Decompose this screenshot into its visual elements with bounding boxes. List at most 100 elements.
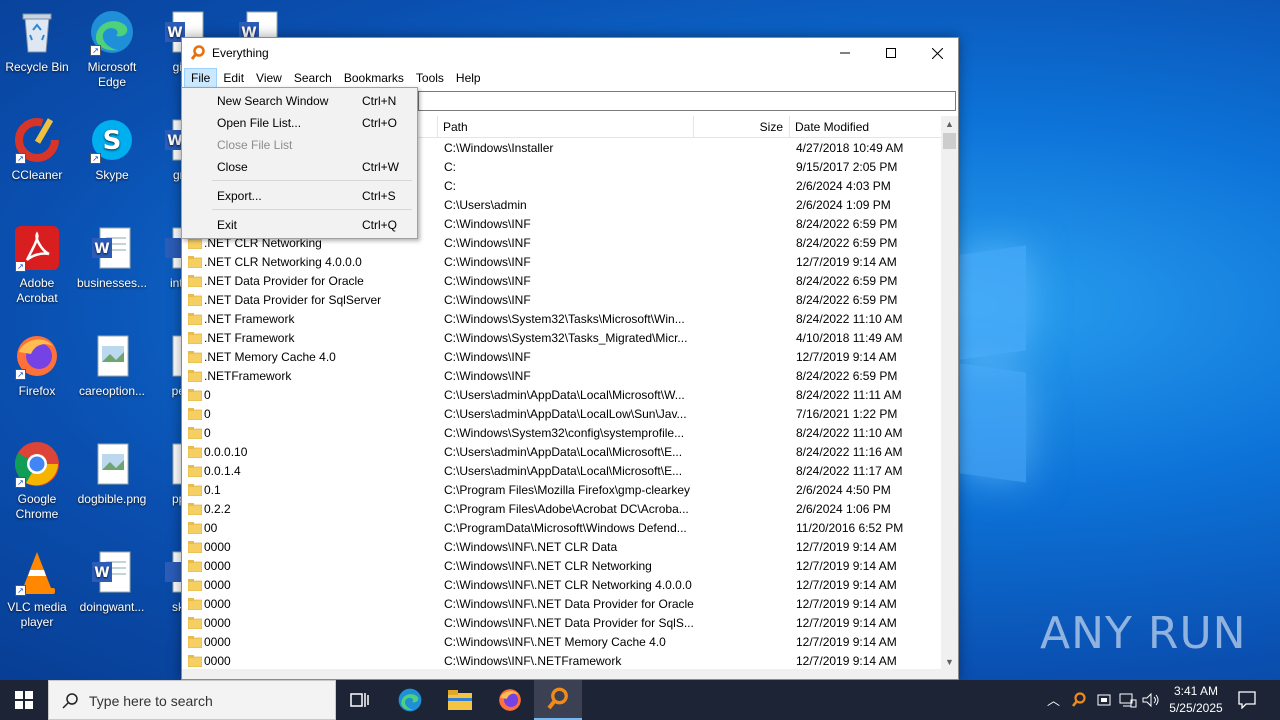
- desktop-icon-dogbible[interactable]: dogbible.png: [75, 440, 149, 507]
- scroll-up-arrow-icon[interactable]: ▲: [941, 116, 958, 133]
- menu-search[interactable]: Search: [288, 69, 338, 87]
- column-size-header[interactable]: Size: [694, 116, 790, 138]
- result-path: C:\Windows\Installer: [444, 141, 554, 155]
- edge-icon: [398, 688, 422, 712]
- notifications-icon[interactable]: [1238, 691, 1256, 709]
- taskbar-edge[interactable]: [386, 680, 434, 720]
- title-bar[interactable]: Everything: [182, 38, 958, 68]
- folder-icon: [187, 617, 203, 630]
- everything-tray-icon[interactable]: [1071, 692, 1087, 708]
- result-row[interactable]: 0.0.0.10 C:\Users\admin\AppData\Local\Mic…: [182, 443, 942, 462]
- result-row[interactable]: 0.0.1.4 C:\Users\admin\AppData\Local\Micr…: [182, 462, 942, 481]
- clock-time: 3:41 AM: [1173, 684, 1219, 698]
- task-view-icon: [350, 693, 369, 707]
- column-path-header[interactable]: Path: [438, 116, 694, 138]
- menu-bookmarks[interactable]: Bookmarks: [338, 69, 410, 87]
- show-hidden-icons-icon[interactable]: ︿: [1047, 690, 1060, 709]
- file-menu-item-close[interactable]: Close Ctrl+W: [184, 156, 415, 178]
- folder-icon: [187, 522, 203, 535]
- menu-separator: [212, 180, 412, 181]
- menu-help[interactable]: Help: [450, 69, 487, 87]
- desktop-icon-firefox[interactable]: ↗ Firefox: [0, 332, 74, 399]
- result-row[interactable]: .NETFramework C:\Windows\INF 8/24/2022 6:5…: [182, 367, 942, 386]
- result-name: 0000: [204, 540, 231, 554]
- close-button[interactable]: [914, 38, 960, 68]
- maximize-button[interactable]: [868, 38, 914, 68]
- desktop-icon-label: Skype: [95, 168, 129, 182]
- shortcut-arrow-icon: ↗: [15, 585, 26, 596]
- minimize-icon: [840, 52, 850, 54]
- taskbar-file-explorer[interactable]: [436, 680, 484, 720]
- minimize-button[interactable]: [822, 38, 868, 68]
- result-row[interactable]: .NET Memory Cache 4.0 C:\Windows\INF 12/7/…: [182, 348, 942, 367]
- result-name: 0000: [204, 654, 231, 668]
- result-row[interactable]: 0000 C:\Windows\INF\.NET Memory Cache 4.0…: [182, 633, 942, 652]
- scroll-thumb[interactable]: [943, 133, 956, 149]
- result-date: 2/6/2024 1:09 PM: [796, 198, 891, 212]
- result-row[interactable]: 0 C:\Users\admin\AppData\Local\Microsoft\…: [182, 386, 942, 405]
- result-row[interactable]: 0000 C:\Windows\INF\.NET CLR Networking 12…: [182, 557, 942, 576]
- desktop-icon-careoption[interactable]: careoption...: [75, 332, 149, 399]
- result-name: .NETFramework: [204, 369, 292, 383]
- folder-icon: [187, 541, 203, 554]
- result-row[interactable]: .NET Framework C:\Windows\System32\Tasks\…: [182, 310, 942, 329]
- vertical-scrollbar[interactable]: ▲ ▼: [941, 116, 958, 671]
- file-menu-item-exit[interactable]: Exit Ctrl+Q: [184, 214, 415, 236]
- desktop-icon-doingwant[interactable]: W doingwant...: [75, 548, 149, 615]
- desktop-icon-recycle-bin[interactable]: Recycle Bin: [0, 8, 74, 75]
- desktop-icon-skype[interactable]: S ↗ Skype: [75, 116, 149, 183]
- device-tray-icon[interactable]: [1096, 692, 1112, 708]
- file-menu-item-open-file-list[interactable]: Open File List... Ctrl+O: [184, 112, 415, 134]
- result-row[interactable]: .NET Data Provider for Oracle C:\Windows\…: [182, 272, 942, 291]
- result-row[interactable]: 0 C:\Windows\System32\config\systemprofil…: [182, 424, 942, 443]
- result-name: 0000: [204, 559, 231, 573]
- result-row[interactable]: 0 C:\Users\admin\AppData\LocalLow\Sun\Jav…: [182, 405, 942, 424]
- result-row[interactable]: .NET CLR Networking 4.0.0.0 C:\Windows\IN…: [182, 253, 942, 272]
- shortcut-arrow-icon: ↗: [15, 261, 26, 272]
- result-row[interactable]: .NET Framework C:\Windows\System32\Tasks_…: [182, 329, 942, 348]
- desktop-icon-ccleaner[interactable]: ↗ CCleaner: [0, 116, 74, 183]
- result-date: 2/6/2024 1:06 PM: [796, 502, 891, 516]
- menu-separator: [212, 209, 412, 210]
- menu-view[interactable]: View: [250, 69, 288, 87]
- chrome-icon: ↗: [13, 440, 61, 488]
- result-path: C:\Users\admin\AppData\LocalLow\Sun\Jav.…: [444, 407, 687, 421]
- file-menu-item-export[interactable]: Export... Ctrl+S: [184, 185, 415, 207]
- search-input[interactable]: [418, 91, 956, 111]
- result-path: C:\ProgramData\Microsoft\Windows Defend.…: [444, 521, 687, 535]
- system-clock[interactable]: 3:41 AM 5/25/2025: [1160, 683, 1232, 717]
- desktop-icon-microsoft-edge[interactable]: ↗ Microsoft Edge: [75, 8, 149, 90]
- windows-logo-pane-tl: [960, 245, 1026, 360]
- everything-app-icon: [547, 687, 568, 710]
- result-row[interactable]: 0000 C:\Windows\INF\.NET CLR Networking 4…: [182, 576, 942, 595]
- desktop-icon-vlc[interactable]: ↗ VLC media player: [0, 548, 74, 630]
- column-date-header[interactable]: Date Modified: [790, 116, 942, 138]
- result-date: 12/7/2019 9:14 AM: [796, 578, 897, 592]
- file-menu-item-new-search-window[interactable]: New Search Window Ctrl+N: [184, 90, 415, 112]
- menu-edit[interactable]: Edit: [217, 69, 250, 87]
- desktop-icon-adobe-acrobat[interactable]: ↗ Adobe Acrobat: [0, 224, 74, 306]
- result-name: .NET Data Provider for SqlServer: [204, 293, 382, 307]
- result-row[interactable]: 0000 C:\Windows\INF\.NET Data Provider fo…: [182, 595, 942, 614]
- result-row[interactable]: 0.1 C:\Program Files\Mozilla Firefox\gmp-…: [182, 481, 942, 500]
- result-row[interactable]: .NET Data Provider for SqlServer C:\Windo…: [182, 291, 942, 310]
- result-path: C:\Windows\INF\.NET Memory Cache 4.0: [444, 635, 666, 649]
- desktop-icon-google-chrome[interactable]: ↗ Google Chrome: [0, 440, 74, 522]
- result-row[interactable]: 0000 C:\Windows\INF\.NET Data Provider fo…: [182, 614, 942, 633]
- taskbar-firefox[interactable]: [486, 680, 534, 720]
- menu-tools[interactable]: Tools: [410, 69, 450, 87]
- desktop-icon-businesses[interactable]: W businesses...: [75, 224, 149, 291]
- menu-file[interactable]: File: [184, 68, 218, 88]
- result-row[interactable]: 0000 C:\Windows\INF\.NET CLR Data 12/7/201…: [182, 538, 942, 557]
- result-path: C:\Windows\System32\Tasks_Migrated\Micr.…: [444, 331, 688, 345]
- start-button[interactable]: [0, 680, 48, 720]
- volume-icon[interactable]: [1142, 692, 1160, 708]
- taskbar-search-box[interactable]: Type here to search: [48, 680, 336, 720]
- result-row[interactable]: 00 C:\ProgramData\Microsoft\Windows Defen…: [182, 519, 942, 538]
- taskbar-everything[interactable]: [534, 680, 582, 720]
- result-date: 12/7/2019 9:14 AM: [796, 616, 897, 630]
- task-view-button[interactable]: [336, 680, 384, 720]
- network-icon[interactable]: [1119, 692, 1137, 708]
- status-bar: [182, 669, 958, 679]
- result-row[interactable]: 0.2.2 C:\Program Files\Adobe\Acrobat DC\A…: [182, 500, 942, 519]
